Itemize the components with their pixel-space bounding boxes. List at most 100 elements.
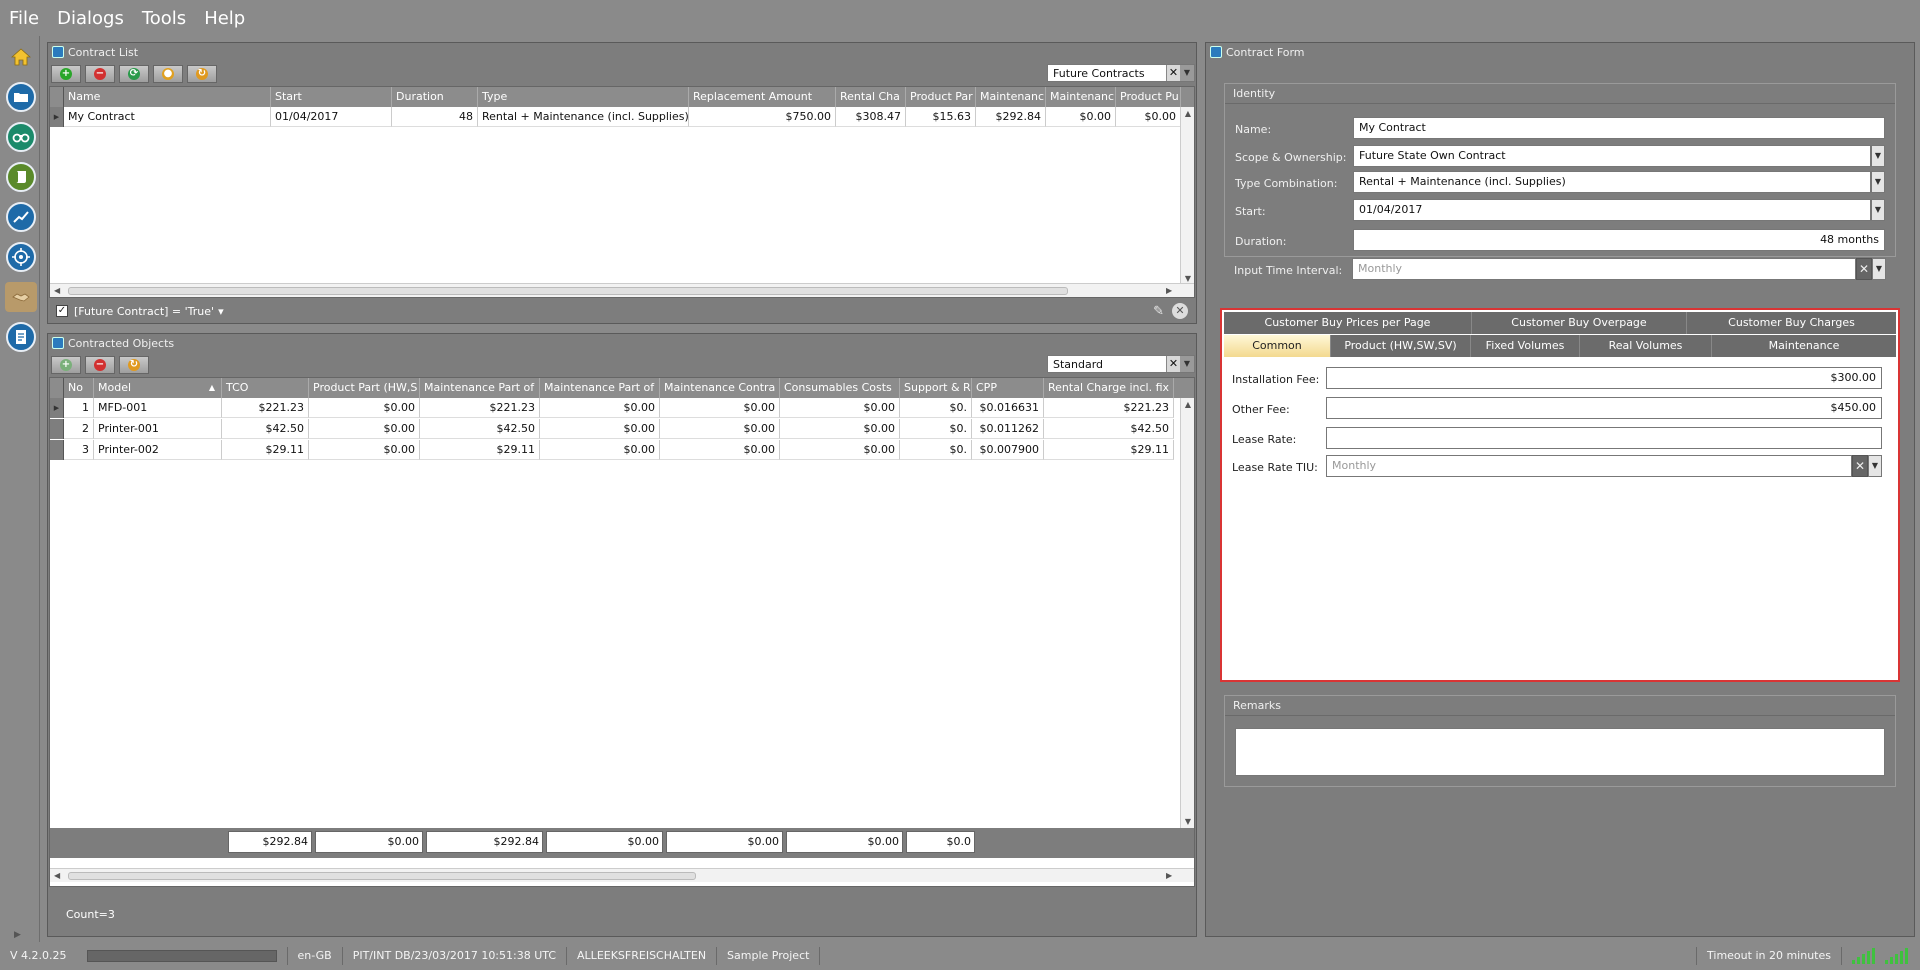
col-header[interactable]: Start — [271, 87, 392, 107]
col-header[interactable]: Replacement Amount — [689, 87, 836, 107]
sync-contract-button[interactable]: ⟳ — [119, 65, 149, 83]
duration-field[interactable]: 48 months — [1353, 229, 1885, 251]
type-combination-select[interactable]: Rental + Maintenance (incl. Supplies) — [1353, 171, 1871, 193]
name-field[interactable]: My Contract — [1353, 117, 1885, 139]
binoculars-icon[interactable] — [6, 122, 36, 152]
table-row[interactable]: ▶ 1 MFD-001 $221.23 $0.00 $221.23 $0.00 … — [50, 398, 1174, 418]
handshake-icon[interactable] — [5, 282, 37, 312]
table-row[interactable]: 3 Printer-002 $29.11 $0.00 $29.11 $0.00 … — [50, 440, 1174, 460]
scroll-left-icon[interactable]: ◀ — [54, 284, 60, 297]
col-header[interactable]: Consumables Costs — [780, 378, 900, 398]
trend-icon[interactable] — [6, 202, 36, 232]
menu-file[interactable]: File — [0, 8, 48, 29]
col-header[interactable]: Product Part (HW,S — [309, 378, 420, 398]
horizontal-scrollbar[interactable]: ◀ ▶ — [50, 868, 1194, 883]
rail-expand-icon[interactable]: ▶ — [14, 930, 21, 940]
filter-checkbox[interactable]: ✓ — [56, 305, 68, 317]
chevron-down-icon[interactable]: ▼ — [1868, 455, 1882, 477]
other-fee-field[interactable]: $450.00 — [1326, 397, 1882, 419]
clear-filter-icon[interactable]: ✕ — [1172, 303, 1188, 319]
remarks-textarea[interactable] — [1235, 728, 1885, 776]
filter-expression[interactable]: [Future Contract] = 'True' — [74, 305, 214, 318]
scroll-up-icon[interactable]: ▲ — [1181, 109, 1194, 118]
input-time-interval-select[interactable]: Monthly — [1352, 258, 1856, 280]
col-header[interactable]: Maintenance Part of — [420, 378, 540, 398]
col-header[interactable]: Maintenanc — [976, 87, 1046, 107]
folder-icon[interactable] — [6, 82, 36, 112]
col-header[interactable]: Model ▲ — [94, 378, 222, 398]
tab-common[interactable]: Common — [1224, 335, 1331, 357]
col-header[interactable]: Product Pu — [1116, 87, 1181, 107]
col-header[interactable]: CPP — [972, 378, 1044, 398]
col-header[interactable]: Duration — [392, 87, 478, 107]
start-date-field[interactable]: 01/04/2017 — [1353, 199, 1871, 221]
clear-icon[interactable]: ✕ — [1856, 258, 1872, 280]
scroll-thumb[interactable] — [68, 872, 696, 880]
installation-fee-field[interactable]: $300.00 — [1326, 367, 1882, 389]
edit-filter-icon[interactable]: ✎ — [1153, 304, 1164, 319]
scroll-left-icon[interactable]: ◀ — [54, 869, 60, 883]
add-object-button[interactable]: + — [51, 356, 81, 374]
remove-object-button[interactable]: − — [85, 356, 115, 374]
chevron-down-icon[interactable]: ▼ — [1872, 258, 1886, 280]
col-header[interactable]: Support & R — [900, 378, 972, 398]
col-header[interactable]: TCO — [222, 378, 309, 398]
clear-view-icon[interactable]: ✕ — [1166, 65, 1180, 81]
total-maintenance-part-2: $0.00 — [546, 831, 663, 853]
scroll-icon[interactable] — [6, 162, 36, 192]
menu-tools[interactable]: Tools — [133, 8, 195, 29]
col-header[interactable]: Maintenance Part of — [540, 378, 660, 398]
table-row[interactable]: 2 Printer-001 $42.50 $0.00 $42.50 $0.00 … — [50, 419, 1174, 439]
chevron-down-icon[interactable]: ▼ — [1871, 171, 1885, 193]
scroll-down-icon[interactable]: ▼ — [1181, 817, 1194, 826]
col-header[interactable]: No — [64, 378, 94, 398]
lease-rate-field[interactable] — [1326, 427, 1882, 449]
filter-chevron-icon[interactable]: ▾ — [218, 305, 224, 318]
lock-contract-button[interactable]: ● — [153, 65, 183, 83]
tab-customer-buy-charges[interactable]: Customer Buy Charges — [1687, 312, 1896, 334]
version-label: V 4.2.0.25 — [10, 949, 67, 962]
col-header[interactable]: Product Par — [906, 87, 976, 107]
scope-row: Scope & Ownership: — [1235, 146, 1346, 168]
scroll-down-icon[interactable]: ▼ — [1181, 274, 1194, 283]
col-header[interactable]: Rental Charge incl. fix — [1044, 378, 1174, 398]
scroll-right-icon[interactable]: ▶ — [1166, 869, 1172, 883]
tab-fixed-volumes[interactable]: Fixed Volumes — [1471, 335, 1580, 357]
report-icon[interactable] — [6, 322, 36, 352]
home-icon[interactable] — [6, 42, 36, 72]
clear-icon[interactable]: ✕ — [1852, 455, 1868, 477]
refresh-contract-button[interactable]: ↻ — [187, 65, 217, 83]
table-row[interactable]: ▶ My Contract 01/04/2017 48 Rental + Mai… — [50, 107, 1181, 127]
col-header[interactable]: Rental Cha — [836, 87, 906, 107]
add-contract-button[interactable]: + — [51, 65, 81, 83]
clear-view-icon[interactable]: ✕ — [1166, 356, 1180, 372]
tab-maintenance[interactable]: Maintenance — [1712, 335, 1896, 357]
lease-rate-tiu-select[interactable]: Monthly — [1326, 455, 1852, 477]
scope-select[interactable]: Future State Own Contract — [1353, 145, 1871, 167]
contract-view-selector[interactable]: Future Contracts ✕ ▼ — [1047, 64, 1195, 82]
vertical-scrollbar[interactable]: ▲ ▼ — [1180, 398, 1194, 828]
chevron-down-icon[interactable]: ▼ — [1871, 199, 1885, 221]
vertical-scrollbar[interactable]: ▲ ▼ — [1180, 107, 1194, 285]
scroll-up-icon[interactable]: ▲ — [1181, 400, 1194, 409]
refresh-object-button[interactable]: ↻ — [119, 356, 149, 374]
tab-customer-buy-overpage[interactable]: Customer Buy Overpage — [1472, 312, 1687, 334]
horizontal-scrollbar[interactable]: ◀ ▶ — [50, 283, 1194, 297]
objects-view-selector[interactable]: Standard ✕ ▼ — [1047, 355, 1195, 373]
tab-real-volumes[interactable]: Real Volumes — [1580, 335, 1712, 357]
tab-product[interactable]: Product (HW,SW,SV) — [1331, 335, 1471, 357]
menu-dialogs[interactable]: Dialogs — [48, 8, 133, 29]
scroll-thumb[interactable] — [68, 287, 1068, 295]
col-header[interactable]: Maintenanc — [1046, 87, 1116, 107]
col-header[interactable]: Maintenance Contra — [660, 378, 780, 398]
col-header[interactable]: Type — [478, 87, 689, 107]
tab-customer-buy-prices[interactable]: Customer Buy Prices per Page — [1224, 312, 1472, 334]
scroll-right-icon[interactable]: ▶ — [1166, 284, 1172, 297]
remove-contract-button[interactable]: − — [85, 65, 115, 83]
target-icon[interactable] — [6, 242, 36, 272]
chevron-down-icon[interactable]: ▼ — [1180, 65, 1194, 81]
chevron-down-icon[interactable]: ▼ — [1180, 356, 1194, 372]
chevron-down-icon[interactable]: ▼ — [1871, 145, 1885, 167]
menu-help[interactable]: Help — [195, 8, 254, 29]
col-header[interactable]: Name — [64, 87, 271, 107]
